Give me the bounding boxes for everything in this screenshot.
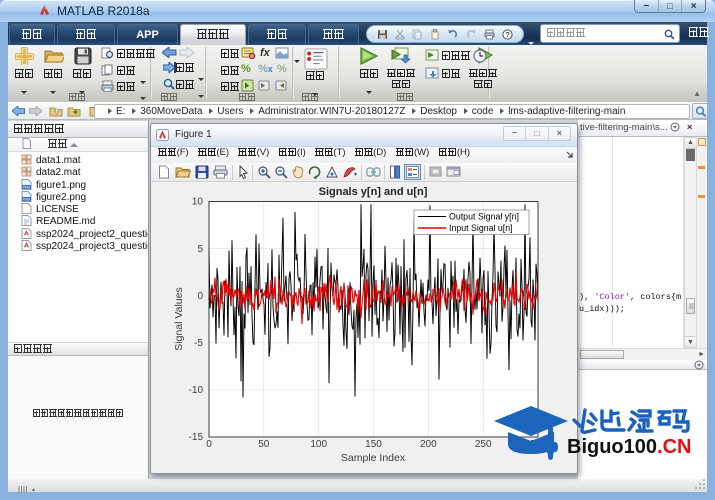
svg-text:PNG: PNG bbox=[23, 197, 31, 201]
svg-text:0: 0 bbox=[197, 291, 203, 302]
svg-text:?: ? bbox=[506, 30, 511, 39]
svg-text:Signal Values: Signal Values bbox=[173, 287, 185, 350]
svg-text:10: 10 bbox=[192, 197, 204, 208]
svg-text:Sample Index: Sample Index bbox=[341, 452, 406, 464]
svg-text:-5: -5 bbox=[194, 338, 203, 349]
svg-text:0: 0 bbox=[206, 439, 212, 450]
svg-text:100: 100 bbox=[310, 439, 327, 450]
svg-text:50: 50 bbox=[258, 439, 270, 450]
svg-text:-10: -10 bbox=[189, 385, 204, 396]
svg-text:PNG: PNG bbox=[23, 185, 31, 189]
svg-text:-15: -15 bbox=[189, 432, 204, 443]
svg-text:Output Signal y[n]: Output Signal y[n] bbox=[449, 212, 519, 222]
svg-text:Signals y[n] and u[n]: Signals y[n] and u[n] bbox=[319, 186, 428, 198]
svg-text:5: 5 bbox=[197, 244, 203, 255]
svg-text:200: 200 bbox=[420, 439, 437, 450]
svg-text:Input Signal u[n]: Input Signal u[n] bbox=[449, 223, 513, 233]
svg-text:250: 250 bbox=[475, 439, 492, 450]
svg-text:150: 150 bbox=[365, 439, 382, 450]
